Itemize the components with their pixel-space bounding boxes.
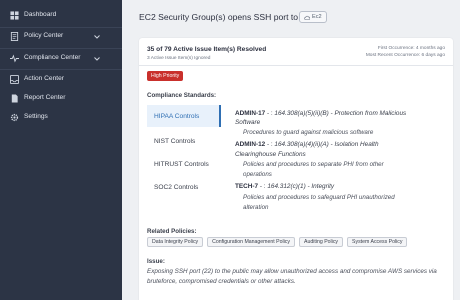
standard-id: TECH-7: [235, 183, 259, 190]
standard-description: Procedures to guard against malicious so…: [243, 129, 374, 136]
resolved-summary: 35 of 79 Active Issue Item(s) Resolved: [147, 46, 267, 53]
tab-hitrust[interactable]: HITRUST Controls: [147, 153, 221, 175]
standard-description-cont: alteration: [243, 204, 269, 211]
sidebar-item-label: Policy Center: [24, 32, 64, 39]
standard-ref: 164.312(c)(1) - Integrity: [265, 183, 335, 190]
sidebar-item-dashboard[interactable]: Dashboard: [0, 7, 122, 25]
compliance-heading: Compliance Standards:: [147, 92, 217, 99]
standard-ref-cont: Clearinghouse Functions: [235, 151, 306, 158]
standard-sep: - :: [265, 110, 273, 117]
standard-title: ADMIN-17 - : 164.308(a)(5)(ii)(B) - Prot…: [235, 110, 406, 117]
sidebar-item-compliance-center[interactable]: Compliance Center: [0, 50, 122, 68]
sidebar-item-label: Action Center: [24, 75, 64, 82]
sidebar-item-settings[interactable]: Settings: [0, 109, 122, 127]
tab-hipaa[interactable]: HIPAA Controls: [147, 105, 221, 127]
sidebar-item-label: Report Center: [24, 94, 66, 101]
standard-title: ADMIN-12 - : 164.308(a)(4)(ii)(A) - Isol…: [235, 141, 379, 148]
priority-badge: High Priority: [147, 71, 184, 81]
policy-chip[interactable]: Configuration Management Policy: [207, 237, 295, 247]
tab-nist[interactable]: NIST Controls: [147, 130, 221, 152]
divider: [0, 48, 122, 49]
document-icon: [10, 32, 19, 41]
first-occurrence: First Occurrence: 4 months ago: [377, 46, 445, 51]
standard-id: ADMIN-17: [235, 110, 266, 117]
standard-ref: 164.308(a)(4)(ii)(A) - Isolation Health: [272, 141, 379, 148]
gear-icon: [10, 113, 19, 122]
file-icon: [11, 94, 18, 103]
standard-sep: - :: [265, 141, 273, 148]
standard-description: Policies and procedures to safeguard PHI…: [243, 194, 395, 201]
service-tag-label: Ec2: [312, 14, 322, 20]
ignored-summary: 3 Active Issue Item(s) Ignored: [147, 56, 211, 61]
standard-sep: - :: [258, 183, 266, 190]
policy-chip[interactable]: System Access Policy: [347, 237, 408, 247]
standard-title: TECH-7 - : 164.312(c)(1) - Integrity: [235, 183, 334, 190]
sidebar-item-report-center[interactable]: Report Center: [0, 90, 122, 108]
standard-description: Policies and procedures to separate PHI …: [243, 161, 384, 168]
inbox-icon: [10, 75, 19, 84]
divider: [139, 65, 453, 66]
dashboard-icon: [10, 11, 19, 20]
sidebar-item-label: Settings: [24, 113, 48, 120]
sidebar-item-label: Dashboard: [24, 11, 57, 18]
standard-id: ADMIN-12: [235, 141, 266, 148]
sidebar-item-policy-center[interactable]: Policy Center: [0, 28, 122, 46]
main-content: EC2 Security Group(s) opens SSH port to …: [122, 0, 460, 300]
service-tag: Ec2: [299, 11, 327, 23]
recent-occurrence: Most Recent Occurrence: 6 days ago: [365, 53, 445, 58]
issue-card: 35 of 79 Active Issue Item(s) Resolved 3…: [139, 38, 453, 300]
standard-description-cont: operations: [243, 171, 272, 178]
tab-soc2[interactable]: SOC2 Controls: [147, 176, 221, 198]
pulse-icon: [10, 54, 19, 63]
divider: [0, 69, 122, 70]
sidebar-item-action-center[interactable]: Action Center: [0, 71, 122, 89]
related-policies-list: Data Integrity Policy Configuration Mana…: [147, 237, 408, 247]
sidebar-item-label: Compliance Center: [24, 54, 81, 61]
chevron-down-icon: [94, 35, 100, 39]
sidebar: Dashboard Policy Center Compliance Cente…: [0, 0, 122, 300]
chevron-down-icon: [94, 57, 100, 61]
issue-heading: Issue:: [147, 258, 165, 265]
policy-chip[interactable]: Auditing Policy: [299, 237, 344, 247]
page-title: EC2 Security Group(s) opens SSH port to …: [139, 12, 310, 22]
issue-description: Exposing SSH port (22) to the public may…: [147, 268, 437, 285]
policy-chip[interactable]: Data Integrity Policy: [147, 237, 204, 247]
standard-ref-cont: Software: [235, 119, 261, 126]
related-policies-heading: Related Policies:: [147, 228, 197, 235]
standard-ref: 164.308(a)(5)(ii)(B) - Protection from M…: [272, 110, 407, 117]
cloud-icon: [304, 15, 310, 20]
